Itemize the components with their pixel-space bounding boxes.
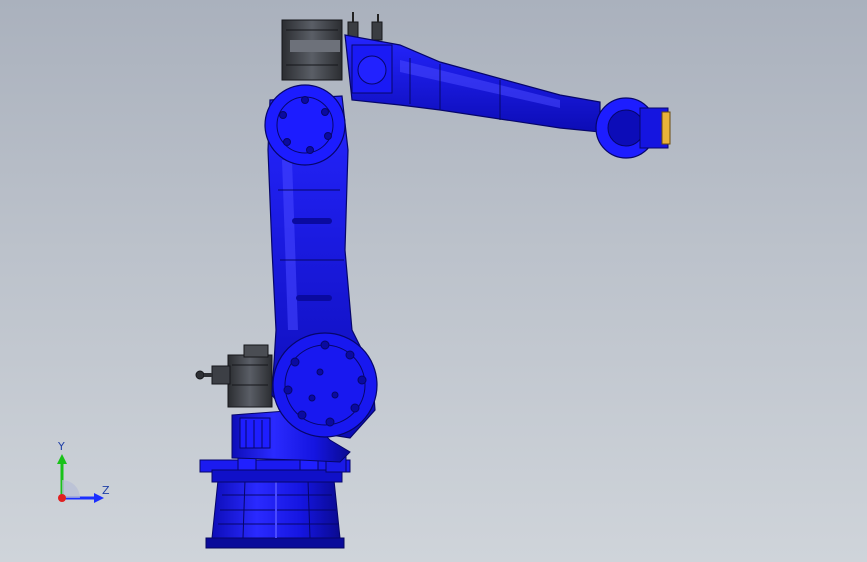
base-motor[interactable] <box>195 344 273 408</box>
x-axis-dot <box>58 494 66 502</box>
lower-arm[interactable] <box>264 84 378 439</box>
robot-arm-model[interactable] <box>0 0 867 562</box>
orientation-triad: Y Z <box>48 440 118 510</box>
z-axis-label: Z <box>102 484 110 497</box>
3d-viewport[interactable]: Y Z <box>0 0 867 562</box>
robot-base[interactable] <box>199 447 351 549</box>
y-axis-arrow <box>57 454 67 464</box>
y-axis-label: Y <box>58 440 65 453</box>
forearm[interactable] <box>344 34 601 133</box>
wrist-flange[interactable] <box>595 97 671 159</box>
